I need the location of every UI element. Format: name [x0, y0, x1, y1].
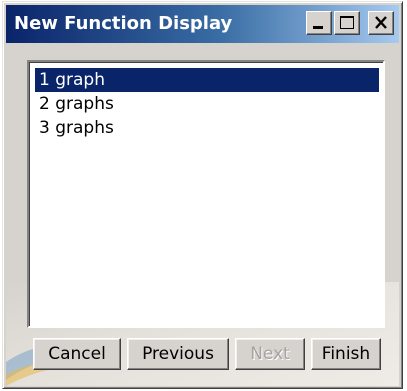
window-title: New Function Display	[14, 13, 233, 34]
maximize-icon	[340, 16, 354, 29]
close-icon	[375, 16, 387, 29]
list-item-2-graphs[interactable]: 2 graphs	[35, 92, 379, 116]
dialog-window: New Function Display 1 graph 2 graphs 3 …	[2, 1, 403, 389]
finish-button[interactable]: Finish	[311, 338, 381, 370]
previous-button[interactable]: Previous	[127, 338, 229, 370]
list-item-1-graph[interactable]: 1 graph	[35, 68, 379, 92]
close-button[interactable]	[368, 11, 394, 35]
list-item-3-graphs[interactable]: 3 graphs	[35, 116, 379, 140]
next-button: Next	[235, 338, 305, 370]
title-bar[interactable]: New Function Display	[6, 5, 399, 43]
maximize-button[interactable]	[334, 11, 360, 35]
minimize-button[interactable]	[306, 11, 332, 35]
minimize-icon	[313, 26, 323, 29]
wizard-button-row: Cancel Previous Next Finish	[3, 338, 402, 372]
cancel-button[interactable]: Cancel	[33, 338, 121, 370]
graph-count-list[interactable]: 1 graph 2 graphs 3 graphs	[27, 60, 385, 328]
